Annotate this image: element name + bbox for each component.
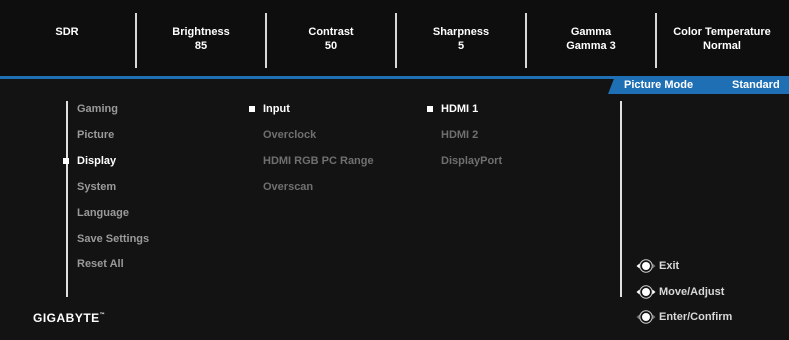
option-hdmi-1[interactable]: HDMI 1	[441, 103, 478, 116]
hint-move-adjust-label: Move/Adjust	[659, 286, 725, 298]
status-gamma-value: Gamma 3	[566, 40, 616, 52]
menu-item-system[interactable]: System	[77, 181, 116, 194]
hint-exit: Exit	[636, 259, 679, 273]
status-brightness-value: 85	[194, 40, 208, 52]
option-displayport[interactable]: DisplayPort	[441, 155, 502, 168]
option-hdmi-2[interactable]: HDMI 2	[441, 129, 478, 142]
column-divider	[620, 101, 622, 297]
column-divider	[66, 101, 68, 297]
menu-item-gaming[interactable]: Gaming	[77, 103, 118, 116]
status-color-temperature-value: Normal	[703, 40, 741, 52]
status-gamma-label: Gamma	[570, 26, 612, 38]
menu-item-picture[interactable]: Picture	[77, 129, 114, 142]
submenu-item-overclock[interactable]: Overclock	[263, 129, 316, 142]
hint-enter-confirm: Enter/Confirm	[636, 310, 732, 324]
trademark-mark: ™	[99, 312, 106, 318]
joystick-updown-icon	[636, 285, 656, 299]
status-sdr-label: SDR	[55, 26, 79, 38]
status-sharpness: Sharpness 5	[396, 13, 526, 68]
submenu-item-input[interactable]: Input	[263, 103, 290, 116]
status-contrast-value: 50	[324, 40, 338, 52]
picture-mode-value: Standard	[732, 79, 780, 91]
selected-bullet-icon	[249, 106, 255, 112]
menu-item-language[interactable]: Language	[77, 207, 129, 220]
brand-name: GIGABYTE	[33, 311, 100, 325]
hint-exit-label: Exit	[659, 260, 680, 272]
selected-bullet-icon	[63, 158, 69, 164]
status-contrast: Contrast 50	[266, 13, 396, 68]
joystick-press-icon	[636, 310, 656, 324]
submenu-item-hdmi-rgb-pc-range[interactable]: HDMI RGB PC Range	[263, 155, 374, 168]
osd-menu: SDR Brightness 85 Contrast 50 Sharpness …	[0, 0, 789, 340]
picture-mode-label: Picture Mode	[624, 79, 694, 91]
status-bar: SDR Brightness 85 Contrast 50 Sharpness …	[0, 0, 789, 76]
hint-enter-confirm-label: Enter/Confirm	[659, 311, 733, 323]
menu-item-reset-all[interactable]: Reset All	[77, 258, 124, 271]
status-brightness: Brightness 85	[136, 13, 266, 68]
status-gamma: Gamma Gamma 3	[526, 13, 656, 68]
submenu-item-overscan[interactable]: Overscan	[263, 181, 313, 194]
menu-item-save-settings[interactable]: Save Settings	[77, 233, 149, 246]
status-sharpness-label: Sharpness	[432, 26, 490, 38]
selected-bullet-icon	[427, 106, 433, 112]
status-sharpness-value: 5	[457, 40, 465, 52]
menu-item-display[interactable]: Display	[77, 155, 116, 168]
status-color-temperature-label: Color Temperature	[673, 26, 771, 38]
gigabyte-logo: GIGABYTE™	[33, 311, 105, 325]
status-sdr: SDR	[2, 13, 132, 68]
status-contrast-label: Contrast	[308, 26, 354, 38]
status-brightness-label: Brightness	[172, 26, 230, 38]
status-color-temperature: Color Temperature Normal	[656, 13, 788, 68]
hint-move-adjust: Move/Adjust	[636, 285, 724, 299]
joystick-left-icon	[636, 259, 656, 273]
